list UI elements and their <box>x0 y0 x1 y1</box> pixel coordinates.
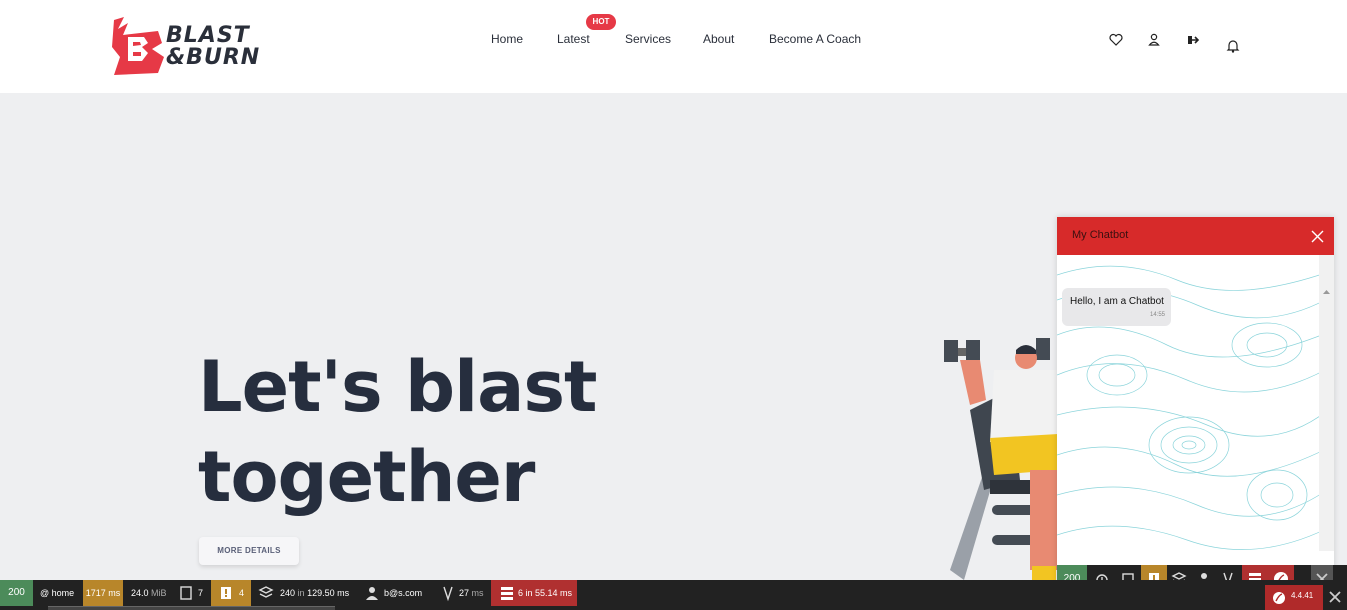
debug-memory[interactable]: 24.0 MiB <box>131 580 167 606</box>
user-icon[interactable] <box>1146 32 1162 48</box>
chat-message: Hello, I am a Chatbot 14:55 <box>1062 288 1171 326</box>
debug-queries-time: 129.50 ms <box>307 588 350 598</box>
debug-time[interactable]: 1717 ms <box>83 580 123 606</box>
debug-route[interactable]: @ home <box>40 580 74 606</box>
hero-title-line2: together <box>198 436 535 518</box>
debug-events-unit: ms <box>471 588 484 598</box>
chat-messages: Hello, I am a Chatbot 14:55 <box>1057 255 1334 551</box>
brand-line2: &BURN <box>166 45 261 70</box>
scroll-up-icon[interactable] <box>1319 287 1334 297</box>
layers-icon <box>258 586 274 598</box>
debug-logs-count: 4 <box>239 588 245 598</box>
debug-queries-count: 240 <box>280 588 296 598</box>
symfony-icon <box>1273 592 1285 604</box>
close-icon[interactable] <box>1311 230 1324 243</box>
chatbot-window: My Chatbot Hello, I am a Chatbot 14:55 <box>1057 217 1334 592</box>
events-icon <box>443 586 453 602</box>
fitness-illustration <box>944 338 1058 580</box>
debug-queries-in: in <box>297 588 305 598</box>
brand-line1: BLAST <box>166 23 250 48</box>
nav-home[interactable]: Home <box>491 32 523 46</box>
brand-logo[interactable]: BLAST &BURN <box>108 17 260 77</box>
logout-icon[interactable] <box>1185 32 1201 48</box>
nav-latest[interactable]: Latest <box>557 32 590 46</box>
nav-about[interactable]: About <box>703 32 734 46</box>
debug-forms[interactable]: 7 <box>198 580 203 606</box>
hero-title-line1: Let's blast <box>198 346 597 428</box>
site-header: BLAST &BURN Home Latest Services About B… <box>0 0 1347 93</box>
forms-icon <box>180 586 192 600</box>
chat-title: My Chatbot <box>1072 229 1129 241</box>
bell-icon[interactable] <box>1225 38 1241 54</box>
debug-version[interactable]: 4.4.41 <box>1265 585 1323 610</box>
chat-message-time: 14:55 <box>1150 312 1166 318</box>
brand-wordmark: BLAST &BURN <box>166 25 260 69</box>
debug-memory-value: 24.0 <box>131 588 149 598</box>
debug-events-value: 27 <box>459 588 470 598</box>
database-icon <box>501 587 513 600</box>
debug-user[interactable]: b@s.com <box>384 580 422 606</box>
debug-db[interactable]: 6 in 55.14 ms <box>491 580 577 606</box>
logo-mark-icon <box>112 17 164 75</box>
chat-message-text: Hello, I am a Chatbot <box>1070 296 1164 307</box>
more-details-button[interactable]: MORE DETAILS <box>199 537 299 565</box>
debug-logs[interactable]: 4 <box>211 580 251 606</box>
debug-queries[interactable]: 240 in 129.50 ms <box>280 580 349 606</box>
debug-memory-unit: MiB <box>151 588 167 598</box>
user-icon <box>366 587 378 600</box>
debug-events[interactable]: 27 ms <box>459 580 484 606</box>
close-icon[interactable] <box>1327 589 1343 605</box>
hot-badge: HOT <box>586 14 616 30</box>
chat-header: My Chatbot <box>1057 217 1334 255</box>
debug-db-text: 6 in 55.14 ms <box>518 588 573 598</box>
nav-become-coach[interactable]: Become A Coach <box>769 32 861 46</box>
debug-status[interactable]: 200 <box>0 580 33 606</box>
debug-version-text: 4.4.41 <box>1291 591 1314 600</box>
chat-scrollbar[interactable] <box>1319 255 1334 551</box>
alert-icon <box>221 587 231 599</box>
heart-icon[interactable] <box>1108 32 1124 48</box>
debug-strip <box>48 606 335 610</box>
hero-title: Let's blast together <box>198 342 597 522</box>
nav-services[interactable]: Services <box>625 32 671 46</box>
